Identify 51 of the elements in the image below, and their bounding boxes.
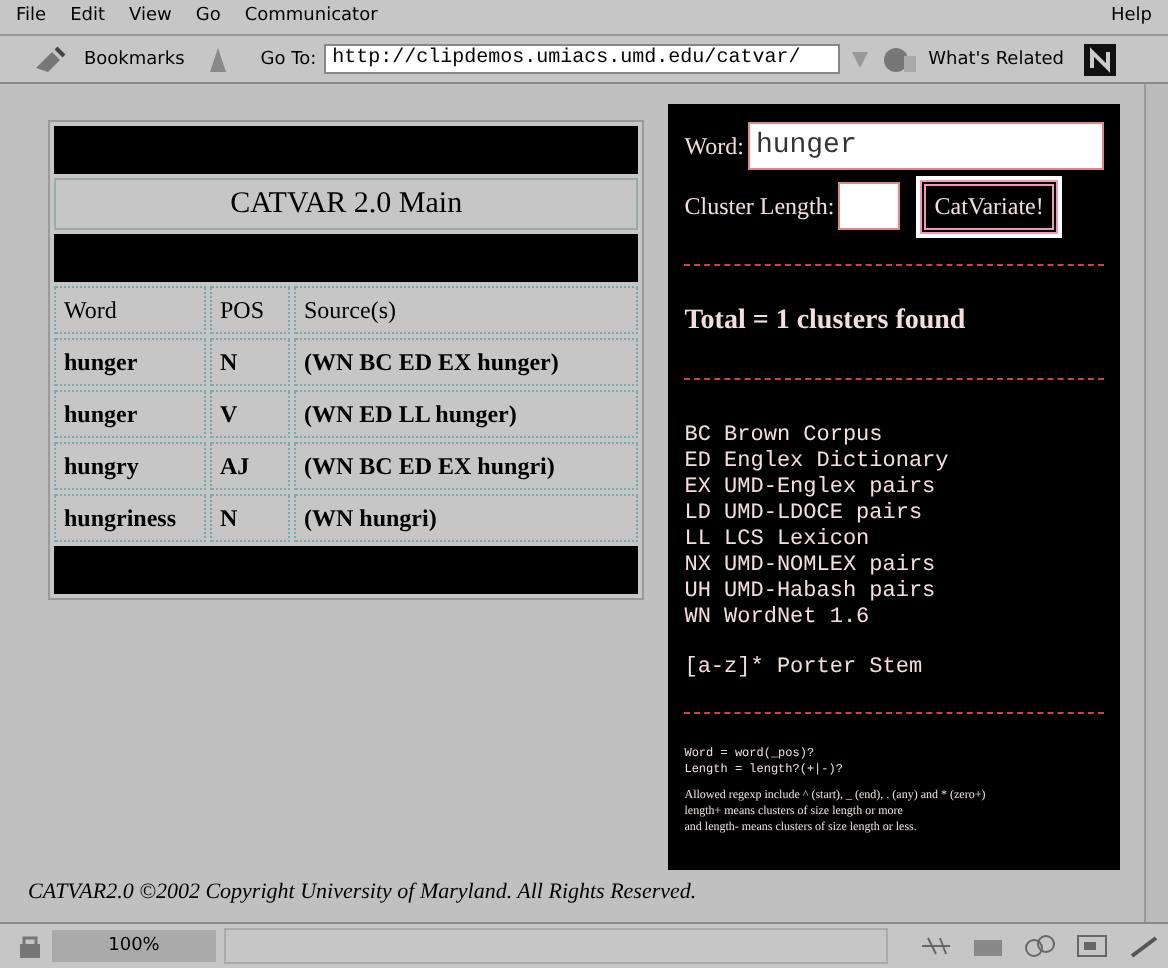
table-cell: N: [210, 494, 290, 543]
menu-item[interactable]: Help: [1110, 6, 1152, 27]
menu-item[interactable]: Go: [195, 6, 221, 27]
column-header: POS: [210, 286, 290, 335]
globe-icon[interactable]: [880, 43, 921, 76]
legend-item: LD UMD-LDOCE pairs: [684, 502, 925, 528]
table-cell: V: [210, 390, 290, 439]
table-cell: AJ: [210, 442, 290, 491]
column-header: Source(s): [294, 286, 639, 335]
legend-item: BC Brown Corpus: [684, 424, 885, 450]
table-cell: (WN ED LL hunger): [294, 390, 639, 439]
progress-indicator: 100%: [52, 930, 216, 963]
go-to-label: Go To:: [260, 49, 317, 70]
legend-item: EX UMD-Englex pairs: [684, 476, 938, 502]
catvariate-button[interactable]: CatVariate!: [920, 179, 1058, 234]
table-cell: (WN BC ED EX hungri): [294, 442, 639, 491]
copyright-footer: CATVAR2.0 ©2002 Copyright University of Maryland. All Rights Reserved.: [0, 870, 1144, 915]
menu-item[interactable]: File: [16, 6, 47, 27]
table-cell: (WN BC ED EX hunger): [294, 338, 639, 387]
word-field[interactable]: hunger: [747, 122, 1104, 171]
netscape-logo-icon: [1084, 43, 1117, 76]
table-cell: (WN hungri): [294, 494, 639, 543]
legend-item: WN WordNet 1.6: [684, 606, 872, 633]
page-title: CATVAR 2.0 Main: [54, 178, 639, 231]
legend-item: LL LCS Lexicon: [684, 528, 871, 555]
pen-icon[interactable]: [1128, 934, 1160, 959]
menu-item[interactable]: Communicator: [244, 6, 378, 27]
table-cell: hunger: [54, 338, 206, 387]
table-cell: hungriness: [54, 494, 206, 543]
table-cell: N: [210, 338, 290, 387]
scrollbar[interactable]: [1144, 84, 1168, 923]
whats-related-button[interactable]: What's Related: [928, 49, 1065, 70]
menu-item[interactable]: View: [129, 6, 172, 27]
composer-icon[interactable]: [1076, 934, 1108, 959]
chat-icon[interactable]: [1024, 934, 1056, 959]
cluster-length-field[interactable]: [838, 182, 901, 231]
total-clusters: Total = 1 clusters found: [684, 304, 968, 341]
table-cell: hungry: [54, 442, 206, 491]
legend-item: UH UMD-Habash pairs: [684, 580, 938, 606]
word-label: Word:: [684, 131, 744, 162]
cluster-length-label: Cluster Length:: [684, 191, 835, 222]
column-header: Word: [54, 286, 206, 335]
bookmarks-button[interactable]: Bookmarks: [84, 49, 185, 70]
url-field[interactable]: http://clipdemos.umiacs.umd.edu/catvar/: [324, 44, 841, 75]
table-cell: hunger: [54, 390, 206, 439]
dots-icon[interactable]: [920, 934, 952, 959]
lock-icon[interactable]: [16, 932, 44, 961]
stem-note: [a-z]* Porter Stem: [684, 656, 925, 681]
legend-item: ED Englex Dictionary: [684, 450, 951, 476]
legend-item: NX UMD-NOMLEX pairs: [684, 554, 938, 580]
menu-item[interactable]: Edit: [70, 6, 105, 27]
